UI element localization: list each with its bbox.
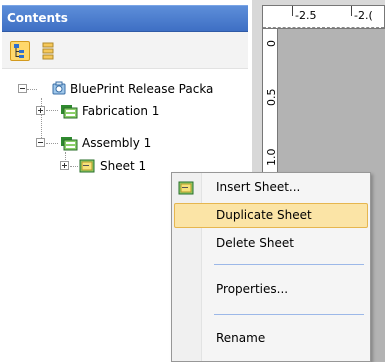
menu-item-rename[interactable]: Rename xyxy=(174,326,368,351)
ruler-label: 1.0 xyxy=(265,148,278,167)
tree-view-button[interactable] xyxy=(10,41,30,61)
tree-view-icon xyxy=(14,44,24,58)
menu-separator xyxy=(214,314,364,315)
tree-item-root[interactable]: BluePrint Release Packa xyxy=(0,80,250,98)
menu-separator xyxy=(214,264,364,265)
menu-item-insert-sheet[interactable]: Insert Sheet... xyxy=(174,175,368,200)
pane-toolbar xyxy=(2,32,248,69)
contents-title: Contents xyxy=(7,11,68,25)
expand-toggle[interactable] xyxy=(60,161,69,170)
drawing-set-icon xyxy=(61,105,78,119)
tree-item-label: Assembly 1 xyxy=(82,136,152,150)
menu-item-label: Delete Sheet xyxy=(216,236,294,250)
menu-item-duplicate-sheet[interactable]: Duplicate Sheet xyxy=(174,203,368,228)
context-menu: Insert Sheet... Duplicate Sheet Delete S… xyxy=(171,172,371,362)
tree-item-fabrication[interactable]: Fabrication 1 xyxy=(0,102,250,120)
tree-item-label: BluePrint Release Packa xyxy=(70,82,214,96)
menu-item-label: Rename xyxy=(216,331,266,345)
horizontal-ruler: -2.5 -2.( xyxy=(262,5,385,29)
package-icon xyxy=(52,81,66,95)
tree-item-label: Fabrication 1 xyxy=(82,104,160,118)
menu-item-delete-sheet[interactable]: Delete Sheet xyxy=(174,231,368,256)
expand-toggle[interactable] xyxy=(36,106,45,115)
collapse-toggle[interactable] xyxy=(36,138,45,147)
list-view-icon xyxy=(42,42,54,60)
ruler-label: -2.( xyxy=(354,9,373,22)
list-view-button[interactable] xyxy=(38,41,58,61)
ruler-label: 0.5 xyxy=(265,88,278,107)
sheet-icon xyxy=(79,159,95,173)
menu-item-label: Properties... xyxy=(216,282,289,296)
tree-item-assembly[interactable]: Assembly 1 xyxy=(0,134,250,152)
sheet-icon xyxy=(178,181,194,195)
menu-item-label: Insert Sheet... xyxy=(216,180,301,194)
collapse-toggle[interactable] xyxy=(18,84,27,93)
tree-item-label: Sheet 1 xyxy=(100,159,147,173)
ruler-label: -2.5 xyxy=(295,9,317,22)
menu-item-properties[interactable]: Properties... xyxy=(174,277,368,302)
drawing-set-icon xyxy=(61,137,78,151)
ruler-label: 0 xyxy=(265,40,278,47)
contents-header: Contents xyxy=(2,5,248,32)
menu-item-label: Duplicate Sheet xyxy=(216,208,312,222)
